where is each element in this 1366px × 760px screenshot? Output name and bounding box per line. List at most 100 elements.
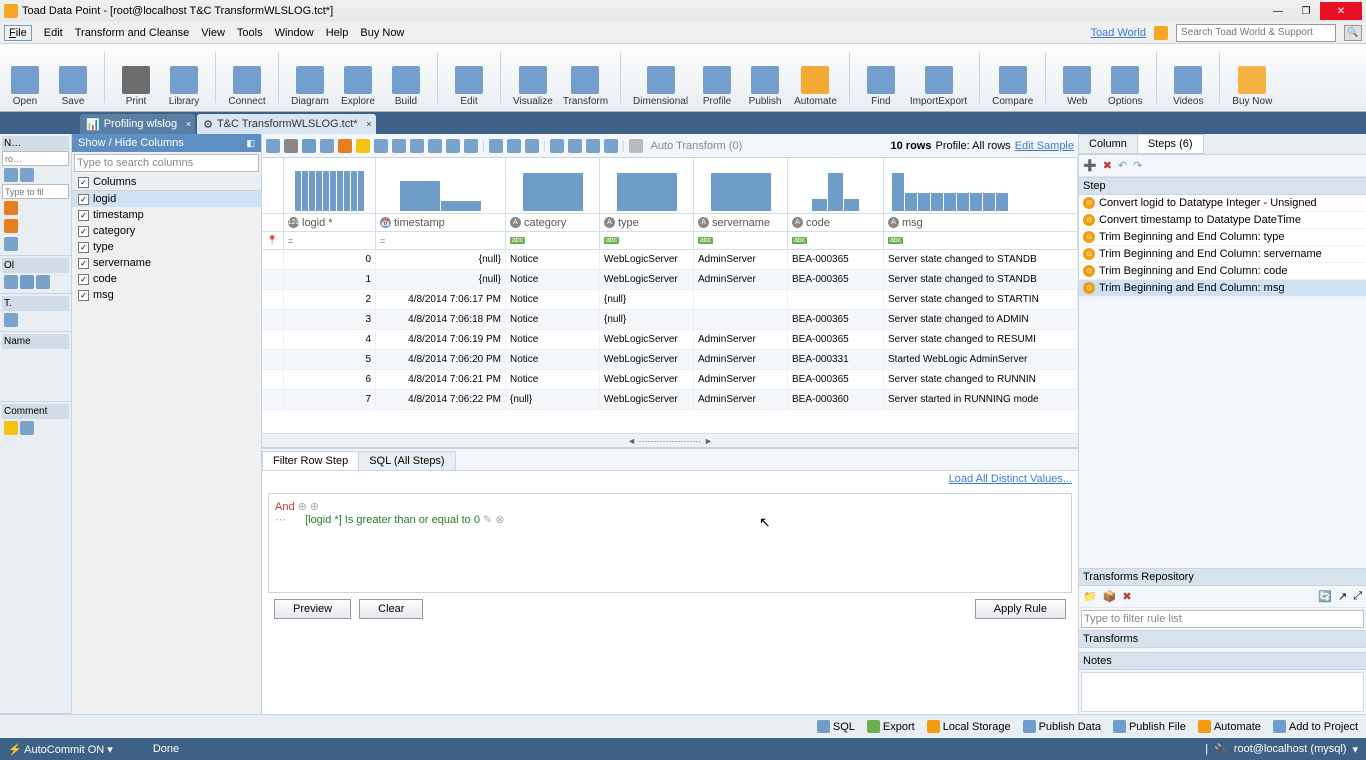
filter-cell[interactable]: abc xyxy=(600,232,694,249)
menu-buynow[interactable]: Buy Now xyxy=(360,27,404,39)
ribbon-open[interactable]: Open xyxy=(2,48,48,107)
and-operator[interactable]: And xyxy=(275,501,295,513)
check-icon[interactable]: ✓ xyxy=(78,210,89,221)
ribbon-buynow2[interactable]: Buy Now xyxy=(1228,48,1276,107)
nav-icon[interactable] xyxy=(4,168,18,182)
ribbon-publish[interactable]: Publish xyxy=(742,48,788,107)
bt-addproject[interactable]: Add to Project xyxy=(1273,720,1358,733)
filter-cell[interactable]: abc xyxy=(788,232,884,249)
rule-filter-input[interactable]: Type to filter rule list xyxy=(1081,610,1364,628)
col-item[interactable]: ✓code xyxy=(72,271,261,287)
obj-icon[interactable] xyxy=(4,275,18,289)
tool-icon[interactable] xyxy=(464,139,478,153)
columns-header-row[interactable]: ✓Columns xyxy=(72,174,261,191)
table-row[interactable]: 1{null}NoticeWebLogicServerAdminServerBE… xyxy=(262,270,1078,290)
ribbon-automate[interactable]: Automate xyxy=(790,48,841,107)
autocommit-indicator[interactable]: ⚡ AutoCommit ON ▾ xyxy=(8,743,113,756)
ribbon-videos[interactable]: Videos xyxy=(1165,48,1211,107)
step-row[interactable]: ⊙Trim Beginning and End Column: type xyxy=(1079,229,1366,246)
ribbon-save[interactable]: Save xyxy=(50,48,96,107)
tool-icon[interactable] xyxy=(392,139,406,153)
ribbon-transform[interactable]: Transform xyxy=(559,48,612,107)
tool-icon[interactable] xyxy=(550,139,564,153)
obj-icon[interactable] xyxy=(36,275,50,289)
table-row[interactable]: 24/8/2014 7:06:17 PMNotice{null}Server s… xyxy=(262,290,1078,310)
ribbon-explore[interactable]: Explore xyxy=(335,48,381,107)
step-row[interactable]: ⊙Convert logid to Datatype Integer - Uns… xyxy=(1079,195,1366,212)
col-item[interactable]: ✓timestamp xyxy=(72,207,261,223)
col-item[interactable]: ✓msg xyxy=(72,287,261,303)
menu-tools[interactable]: Tools xyxy=(237,27,263,39)
redo-icon[interactable]: ↷ xyxy=(1133,159,1142,172)
check-icon[interactable]: ✓ xyxy=(78,177,89,188)
t-header[interactable]: T. xyxy=(2,296,69,311)
ribbon-dimensional[interactable]: Dimensional xyxy=(629,48,692,107)
tool-icon[interactable] xyxy=(320,139,334,153)
grid-icon[interactable] xyxy=(4,313,18,327)
ribbon-visualize[interactable]: Visualize xyxy=(509,48,557,107)
preview-button[interactable]: Preview xyxy=(274,599,351,619)
table-row[interactable]: 34/8/2014 7:06:18 PMNotice{null}BEA-0003… xyxy=(262,310,1078,330)
tool-icon[interactable] xyxy=(338,139,352,153)
tab-transform[interactable]: ⚙ T&C TransformWLSLOG.tct* × xyxy=(197,114,375,134)
repo-icon[interactable]: 📦 xyxy=(1103,590,1117,603)
table-row[interactable]: 64/8/2014 7:06:21 PMNoticeWebLogicServer… xyxy=(262,370,1078,390)
sigma-icon[interactable] xyxy=(284,139,298,153)
check-icon[interactable]: ✓ xyxy=(78,194,89,205)
add-step-icon[interactable]: ➕ xyxy=(1083,159,1097,172)
tool-icon[interactable] xyxy=(374,139,388,153)
columns-search[interactable]: Type to search columns xyxy=(74,154,259,172)
delete-icon[interactable]: ✖ xyxy=(1122,590,1131,603)
ribbon-importexport[interactable]: ImportExport xyxy=(906,48,971,107)
check-icon[interactable]: ✓ xyxy=(78,290,89,301)
bt-localstorage[interactable]: Local Storage xyxy=(927,720,1011,733)
connection-label[interactable]: root@localhost (mysql) xyxy=(1234,743,1347,755)
menu-window[interactable]: Window xyxy=(275,27,314,39)
bt-publishfile[interactable]: Publish File xyxy=(1113,720,1186,733)
ribbon-diagram[interactable]: Diagram xyxy=(287,48,333,107)
tool-icon[interactable] xyxy=(446,139,460,153)
edit-icon[interactable]: ✎ xyxy=(483,514,492,526)
ribbon-print[interactable]: Print xyxy=(113,48,159,107)
check-icon[interactable]: ✓ xyxy=(78,242,89,253)
tool-icon[interactable] xyxy=(507,139,521,153)
tool-icon[interactable] xyxy=(525,139,539,153)
filter-cell[interactable]: abc xyxy=(694,232,788,249)
tool-icon[interactable] xyxy=(489,139,503,153)
wand-icon[interactable] xyxy=(629,139,643,153)
filter-pin[interactable]: 📍 xyxy=(262,232,284,249)
filter-cell[interactable]: abc xyxy=(506,232,600,249)
filter-cell[interactable]: = xyxy=(376,232,506,249)
tree-icon[interactable] xyxy=(4,237,18,251)
table-row[interactable]: 54/8/2014 7:06:20 PMNoticeWebLogicServer… xyxy=(262,350,1078,370)
notes-area[interactable] xyxy=(1081,672,1364,712)
col-item[interactable]: ✓category xyxy=(72,223,261,239)
menu-help[interactable]: Help xyxy=(326,27,349,39)
step-row[interactable]: ⊙Trim Beginning and End Column: msg xyxy=(1079,280,1366,297)
ribbon-options[interactable]: Options xyxy=(1102,48,1148,107)
add-icon[interactable]: ⊕ xyxy=(298,501,307,513)
export-icon[interactable]: ↗ xyxy=(1338,590,1347,603)
step-row[interactable]: ⊙Convert timestamp to Datatype DateTime xyxy=(1079,212,1366,229)
tool-icon[interactable] xyxy=(428,139,442,153)
filter-expression-box[interactable]: And ⊕ ⊕ ⋯ [logid *] Is greater than or e… xyxy=(268,493,1072,593)
check-icon[interactable]: ✓ xyxy=(78,258,89,269)
maximize-button[interactable]: ❐ xyxy=(1292,2,1320,20)
bt-sql[interactable]: SQL xyxy=(817,720,855,733)
comment-icon[interactable] xyxy=(20,421,34,435)
table-row[interactable]: 0{null}NoticeWebLogicServerAdminServerBE… xyxy=(262,250,1078,270)
filter-condition[interactable]: [logid *] Is greater than or equal to 0 xyxy=(305,514,480,526)
ribbon-library[interactable]: Library xyxy=(161,48,207,107)
menu-edit[interactable]: Edit xyxy=(44,27,63,39)
tool-icon[interactable] xyxy=(568,139,582,153)
undo-icon[interactable]: ↶ xyxy=(1118,159,1127,172)
tree-icon[interactable] xyxy=(4,201,18,215)
ribbon-connect[interactable]: Connect xyxy=(224,48,270,107)
delete-step-icon[interactable]: ✖ xyxy=(1103,159,1112,172)
menu-file[interactable]: File xyxy=(4,25,32,41)
tab-close-icon[interactable]: × xyxy=(186,119,191,129)
col-item-logid[interactable]: ✓logid xyxy=(72,191,261,207)
folder-icon[interactable]: 📁 xyxy=(1083,590,1097,603)
table-row[interactable]: 74/8/2014 7:06:22 PM{null}WebLogicServer… xyxy=(262,390,1078,410)
key-icon[interactable] xyxy=(4,421,18,435)
